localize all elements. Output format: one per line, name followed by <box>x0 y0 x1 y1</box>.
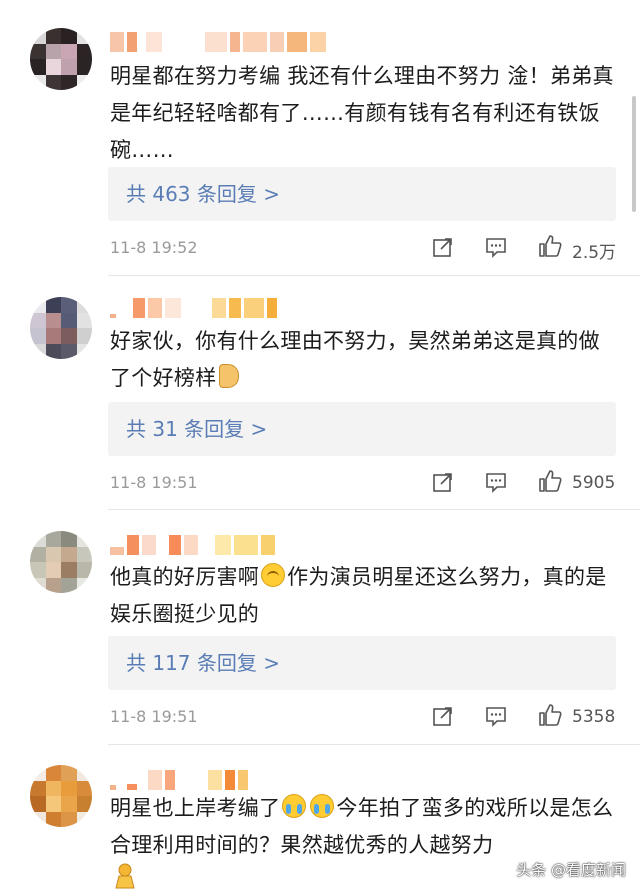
divider <box>108 744 640 745</box>
comment-time: 11-8 19:51 <box>110 473 198 492</box>
comment-text: 好家伙，你有什么理由不努力，昊然弟弟这是真的做了个好榜样 <box>110 329 600 390</box>
avatar[interactable] <box>30 28 92 90</box>
comment-time: 11-8 19:51 <box>110 707 198 726</box>
comment-text: 明星都在努力考编 我还有什么理由不努力 淦！弟弟真是年纪轻轻啥都有了……有颜有钱… <box>110 64 614 162</box>
comment-icon[interactable] <box>485 705 507 727</box>
divider <box>108 275 640 276</box>
comment-icon[interactable] <box>485 236 507 258</box>
share-icon[interactable] <box>432 236 454 258</box>
eye-roll-emoji <box>261 563 286 587</box>
replies-link[interactable]: 共 31 条回复 > <box>108 402 616 456</box>
comment-text: 他真的好厉害啊 作为演员明星还这么努力，真的是娱乐圈挺少见的 <box>110 563 607 626</box>
username[interactable] <box>110 770 248 790</box>
comment-footer: 11-8 19:51 5905 <box>110 469 620 499</box>
comment-text: 明星也上岸考编了 今年拍了蛮多的戏所以是怎么合理利用时间的？果然越优秀的人越努力 <box>110 794 614 857</box>
thumbs-up-icon[interactable] <box>538 469 562 493</box>
replies-link[interactable]: 共 463 条回复 > <box>108 167 616 221</box>
username[interactable] <box>110 298 277 318</box>
avatar[interactable] <box>30 297 92 359</box>
watermark: 头条 @看度新闻 <box>516 861 626 879</box>
divider <box>108 509 640 510</box>
share-icon[interactable] <box>432 705 454 727</box>
like-count: 5905 <box>572 473 616 493</box>
thumbs-up-icon[interactable] <box>538 234 562 258</box>
like-count: 2.5万 <box>572 243 617 263</box>
thumbs-up-emoji <box>218 364 239 388</box>
thumbs-up-icon[interactable] <box>538 703 562 727</box>
like-count: 5358 <box>572 707 616 727</box>
crying-face-emoji <box>282 794 307 818</box>
avatar[interactable] <box>30 531 92 593</box>
comment-time: 11-8 19:52 <box>110 238 198 257</box>
username[interactable] <box>110 32 326 52</box>
comment-footer: 11-8 19:51 5358 <box>110 703 620 733</box>
sticker-icon <box>115 863 135 889</box>
username[interactable] <box>110 535 275 555</box>
replies-link[interactable]: 共 117 条回复 > <box>108 636 616 690</box>
avatar[interactable] <box>30 765 92 827</box>
comment-footer: 11-8 19:52 2.5万 <box>110 234 620 264</box>
comment-icon[interactable] <box>485 471 507 493</box>
share-icon[interactable] <box>432 471 454 493</box>
scrollbar[interactable] <box>632 96 636 212</box>
crying-face-emoji <box>310 794 335 818</box>
